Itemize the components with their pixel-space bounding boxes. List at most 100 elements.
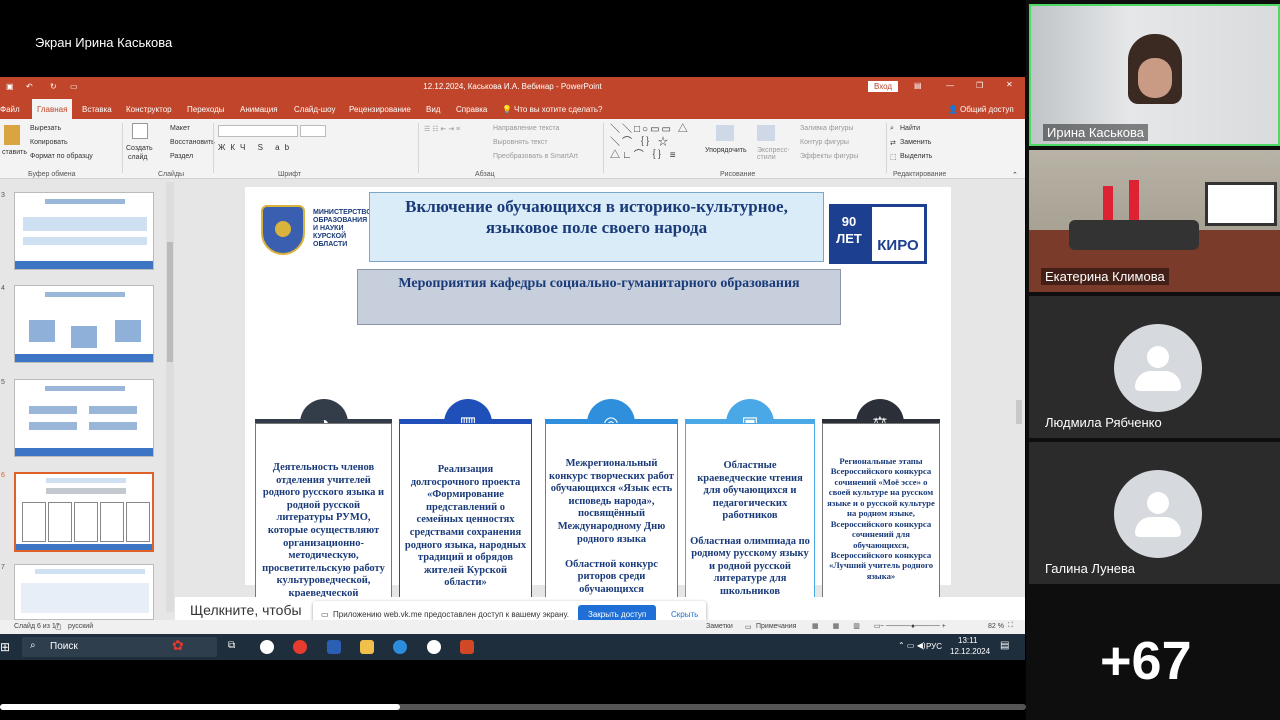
input-language[interactable]: РУС: [926, 642, 942, 651]
tell-me-search[interactable]: Что вы хотите сделать?: [514, 105, 602, 114]
arrange-icon[interactable]: [716, 125, 734, 141]
lightbulb-icon: 💡: [502, 105, 512, 114]
arrange-button[interactable]: Упорядочить: [705, 147, 747, 154]
tab-transitions[interactable]: Переходы: [187, 105, 225, 114]
copy-button[interactable]: Копировать: [30, 139, 68, 146]
font-size-field[interactable]: [300, 125, 326, 137]
yandex-browser-icon-2[interactable]: [427, 640, 441, 654]
file-explorer-icon[interactable]: [360, 640, 374, 654]
tray-icons[interactable]: ⌃ ▭ ◀): [898, 641, 926, 650]
tab-insert[interactable]: Вставка: [82, 105, 112, 114]
tab-design[interactable]: Конструктор: [126, 105, 172, 114]
zoom-level[interactable]: 82 %: [988, 623, 1004, 630]
font-format-buttons[interactable]: ЖКЧ S ab: [218, 143, 294, 152]
shape-outline-button[interactable]: Контур фигуры: [800, 139, 849, 146]
avatar-icon: [1114, 470, 1202, 558]
spellcheck-icon[interactable]: ▢: [55, 623, 62, 631]
participant-tile[interactable]: Людмила Рябченко: [1029, 296, 1280, 438]
ribbon-home: ставить Вырезать Копировать Формат по об…: [0, 119, 1025, 179]
select-button[interactable]: Выделить: [900, 153, 932, 160]
paragraph-group-label: Абзац: [475, 171, 495, 178]
zoom-slider[interactable]: − ─────●───── +: [880, 623, 946, 630]
maximize-icon[interactable]: ❐: [976, 81, 983, 90]
quick-styles-icon[interactable]: [757, 125, 775, 141]
format-painter-button[interactable]: Формат по образцу: [30, 153, 93, 160]
tab-file[interactable]: Файл: [0, 105, 20, 114]
word-icon[interactable]: [327, 640, 341, 654]
edge-icon[interactable]: [393, 640, 407, 654]
replace-button[interactable]: Заменить: [900, 139, 931, 146]
tab-view[interactable]: Вид: [426, 105, 440, 114]
notes-placeholder[interactable]: Щелкните, чтобы: [190, 602, 302, 618]
taskbar-search[interactable]: ⌕ Поиск ✿: [22, 637, 217, 657]
powerpoint-icon[interactable]: [460, 640, 474, 654]
align-text-button[interactable]: Выровнять текст: [493, 139, 548, 146]
yandex-icon[interactable]: [293, 640, 307, 654]
shape-fill-button[interactable]: Заливка фигуры: [800, 125, 853, 132]
replace-icon: ⇄: [890, 140, 896, 147]
language-indicator[interactable]: русский: [68, 623, 93, 630]
close-icon[interactable]: ✕: [1006, 80, 1013, 89]
collapse-ribbon-icon[interactable]: ⌃: [1012, 171, 1018, 179]
new-slide-button-line2[interactable]: слайд: [128, 154, 147, 161]
text-direction-button[interactable]: Направление текста: [493, 125, 559, 132]
slide-canvas[interactable]: МИНИСТЕРСТВО ОБРАЗОВАНИЯ И НАУКИ КУРСКОЙ…: [245, 187, 951, 659]
tab-review[interactable]: Рецензирование: [349, 105, 411, 114]
tab-help[interactable]: Справка: [456, 105, 487, 114]
slide-thumbnail[interactable]: [14, 285, 154, 363]
shape-effects-button[interactable]: Эффекты фигуры: [800, 153, 858, 160]
title-bar: ▣ ↶ ↻ ▭ 12.12.2024, Каськова И.А. Вебина…: [0, 77, 1025, 97]
select-icon: ⬚: [890, 154, 897, 161]
paste-label[interactable]: ставить: [2, 149, 27, 156]
taskbar-search-label: Поиск: [50, 641, 78, 652]
cut-button[interactable]: Вырезать: [30, 125, 61, 132]
comments-button[interactable]: Примечания: [756, 623, 796, 630]
editing-group-label: Редактирование: [893, 171, 947, 178]
slide-subtitle: Мероприятия кафедры социально-гуманитарн…: [357, 269, 841, 325]
clock-time[interactable]: 13:11: [958, 636, 977, 645]
section-button[interactable]: Раздел: [170, 153, 193, 160]
thumbs-scrollbar[interactable]: [166, 182, 174, 612]
tab-animations[interactable]: Анимация: [240, 105, 278, 114]
list-buttons[interactable]: ☰ ☷ ⇤ ⇥ ≡: [424, 125, 460, 133]
powerpoint-window: ▣ ↶ ↻ ▭ 12.12.2024, Каськова И.А. Вебина…: [0, 77, 1025, 660]
ribbon-display-icon[interactable]: ▤: [914, 81, 922, 90]
yandex-browser-icon[interactable]: [260, 640, 274, 654]
login-button[interactable]: Вход: [868, 81, 899, 92]
slide-number: 5: [1, 379, 5, 386]
task-view-icon[interactable]: ⧉: [228, 640, 235, 651]
find-button[interactable]: Найти: [900, 125, 920, 132]
reset-button[interactable]: Восстановить: [170, 139, 215, 146]
tab-home[interactable]: Главная: [32, 99, 73, 119]
new-slide-icon[interactable]: [132, 123, 148, 139]
participant-tile[interactable]: Екатерина Климова: [1029, 150, 1280, 292]
slide-thumbnail[interactable]: [14, 192, 154, 270]
quick-styles-button[interactable]: Экспресс-стили: [757, 147, 795, 161]
smartart-button[interactable]: Преобразовать в SmartArt: [493, 153, 578, 160]
slide-thumbnail[interactable]: [14, 564, 154, 620]
notes-button[interactable]: Заметки: [706, 623, 733, 630]
minimize-icon[interactable]: —: [946, 81, 954, 90]
slide-scrollbar[interactable]: [1014, 180, 1024, 598]
shapes-gallery[interactable]: ＼＼□○▭▭ △＼⌒｛｝☆ △∟⌒｛｝≡: [610, 123, 696, 162]
notifications-icon[interactable]: ▤: [1000, 640, 1009, 651]
clock-date[interactable]: 12.12.2024: [950, 647, 990, 656]
status-bar: Слайд 6 из 17 ▢ русский Заметки ▭ Примеч…: [0, 620, 1025, 634]
font-name-field[interactable]: [218, 125, 298, 137]
fit-slide-icon[interactable]: ⛶: [1008, 622, 1013, 630]
participant-tile[interactable]: Галина Лунева: [1029, 442, 1280, 584]
windows-start-icon[interactable]: ⊞: [0, 640, 10, 654]
font-group-label: Шрифт: [278, 171, 302, 178]
slide-thumbnail-selected[interactable]: [14, 472, 154, 552]
video-progress-bar[interactable]: [0, 704, 1026, 710]
layout-button[interactable]: Макет: [170, 125, 190, 132]
slide-thumbnail[interactable]: [14, 379, 154, 457]
search-icon: ⌕: [890, 125, 894, 132]
tab-slideshow[interactable]: Слайд-шоу: [294, 105, 335, 114]
participant-tile-speaking[interactable]: Ирина Каськова: [1029, 4, 1280, 146]
hide-banner-button[interactable]: Скрыть: [671, 610, 698, 619]
share-button[interactable]: Общий доступ: [960, 105, 1014, 114]
paste-icon[interactable]: [4, 125, 20, 145]
more-participants-count[interactable]: +67: [1100, 630, 1192, 692]
new-slide-button[interactable]: Создать: [126, 145, 153, 152]
